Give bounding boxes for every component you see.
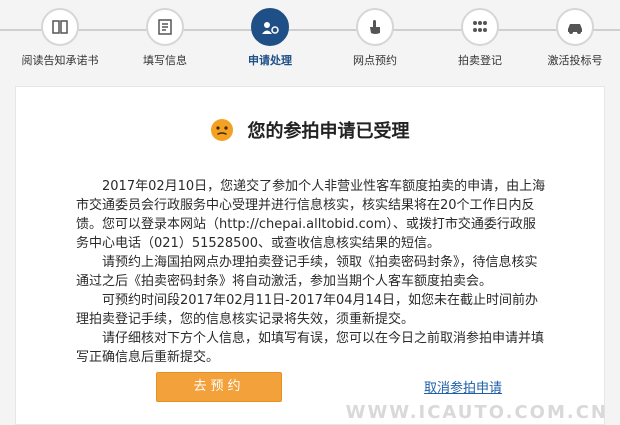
notice-content: 2017年02月10日，您递交了参加个人非营业性客车额度拍卖的申请，由上海市交通… (76, 177, 546, 367)
watermark: WWW.ICAUTO.COM.CN (345, 402, 608, 423)
step-label: 填写信息 (143, 54, 187, 67)
notice-paragraph: 请仔细核对下方个人信息，如填写有误，您可以在今日之前取消参拍申请并填写正确信息后… (76, 331, 545, 365)
step-circle (146, 8, 184, 46)
car-icon (568, 24, 582, 34)
smiley-face-icon (211, 119, 234, 141)
step-application-processing: 申请处理 (220, 8, 320, 68)
step-branch-appointment: 网点预约 (325, 8, 425, 68)
hand-pointer-icon (370, 20, 380, 34)
progress-steps: 阅读告知承诺书 填写信息 申请处理 网点预约 拍卖登记 激活投标号 (0, 0, 620, 72)
process-icon (262, 22, 279, 34)
step-circle (251, 8, 289, 46)
notice-paragraph: 可预约时间段2017年02月11日-2017年04月14日，如您未在截止时间前办… (76, 293, 539, 327)
application-accepted-card: 您的参拍申请已受理 2017年02月10日，您递交了参加个人非营业性客车额度拍卖… (15, 86, 605, 425)
step-label: 申请处理 (248, 54, 292, 67)
step-label: 激活投标号 (547, 54, 603, 67)
notice-paragraph: 请预约上海国拍网点办理拍卖登记手续，领取《拍卖密码封条》，待信息核实通过之后《拍… (76, 255, 538, 289)
step-label: 阅读告知承诺书 (21, 54, 99, 67)
page-heading: 您的参拍申请已受理 (16, 117, 604, 147)
page-title: 您的参拍申请已受理 (247, 121, 410, 142)
step-label: 网点预约 (353, 54, 397, 67)
step-circle (461, 8, 499, 46)
step-circle (41, 8, 79, 46)
step-fill-info: 填写信息 (115, 8, 215, 68)
step-circle (356, 8, 394, 46)
step-activate-bid-number: 激活投标号 (525, 8, 620, 68)
reserve-button[interactable]: 去预约 (156, 372, 282, 402)
step-read-commitment: 阅读告知承诺书 (10, 8, 110, 68)
step-auction-registration: 拍卖登记 (430, 8, 530, 68)
cancel-application-link[interactable]: 取消参拍申请 (424, 377, 502, 396)
form-icon (158, 19, 172, 35)
notice-paragraph: 2017年02月10日，您递交了参加个人非营业性客车额度拍卖的申请，由上海市交通… (76, 179, 546, 251)
book-icon (52, 20, 68, 34)
step-label: 拍卖登记 (458, 54, 502, 67)
step-circle (556, 8, 594, 46)
dots-icon (473, 21, 487, 32)
